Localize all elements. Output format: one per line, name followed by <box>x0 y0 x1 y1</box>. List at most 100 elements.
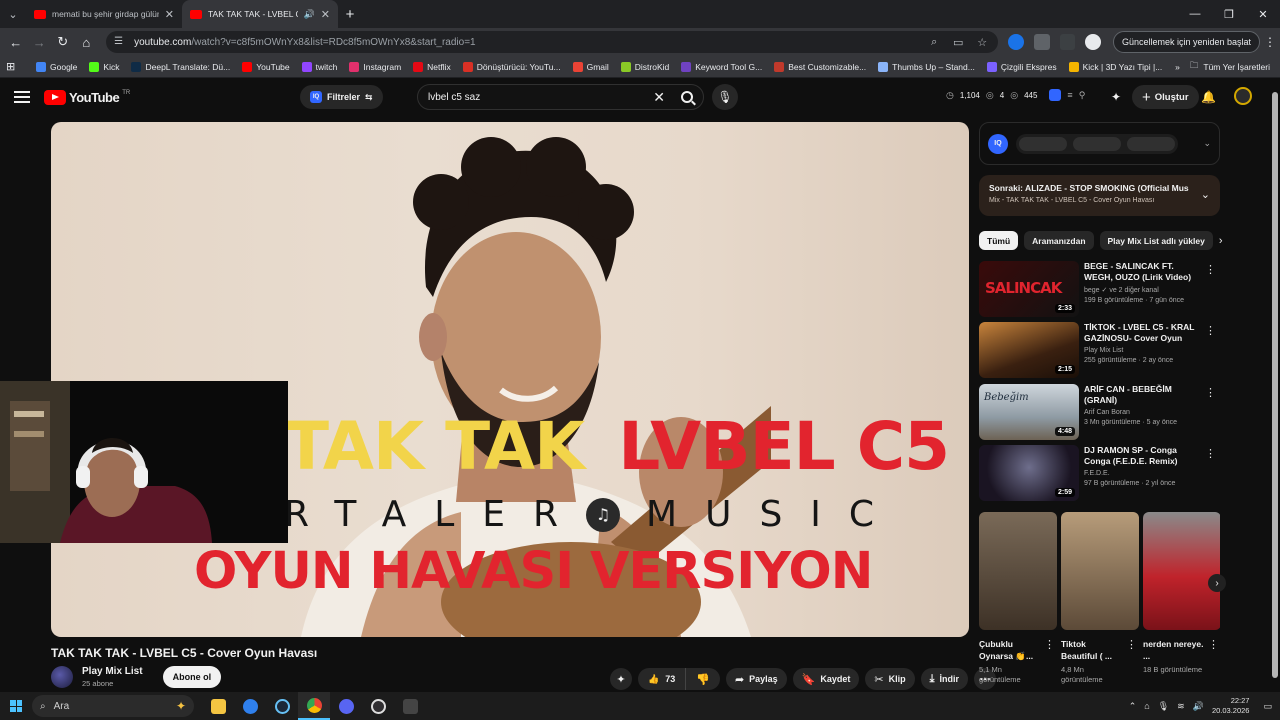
obs-icon[interactable] <box>362 692 394 720</box>
tab-close-icon[interactable]: ✕ <box>321 8 330 21</box>
youtube-logo[interactable]: YouTube TR <box>44 89 130 105</box>
bookmark-item[interactable]: Google <box>30 61 83 72</box>
share-button[interactable]: ➦ Paylaş <box>725 668 787 690</box>
video-thumbnail[interactable]: SALINCAK 2:33 <box>979 261 1079 317</box>
more-vertical-icon[interactable]: ⋮ <box>1205 447 1216 460</box>
site-info-icon[interactable]: ☰ <box>114 36 126 48</box>
close-window-icon[interactable]: ✕ <box>1246 0 1280 28</box>
reading-list-icon[interactable] <box>1059 34 1076 50</box>
new-tab-button[interactable]: + <box>338 2 362 26</box>
search-icon[interactable] <box>681 91 693 103</box>
shorts-next-chevron-icon[interactable]: › <box>1208 574 1226 592</box>
network-icon[interactable]: ⌂ <box>1144 701 1149 711</box>
account-avatar[interactable] <box>1234 87 1252 105</box>
more-vertical-icon[interactable]: ⋮ <box>1044 638 1055 651</box>
browser-tab-1[interactable]: memati bu şehir girdap gülüm ✕ <box>26 0 182 28</box>
zoom-icon[interactable]: ⌕ <box>926 36 942 49</box>
more-bookmarks-icon[interactable]: » <box>1175 62 1180 72</box>
recommendation-item[interactable]: Bebeğim 4:48 ARİF CAN - BEBEĞİM (GRANİ) … <box>979 384 1220 440</box>
chevron-down-icon[interactable]: ⌄ <box>1201 188 1210 201</box>
short-thumbnail[interactable] <box>1143 512 1220 630</box>
short-item[interactable]: Çubuklu Oynarsa 👏... 5,1 Mn görüntüleme … <box>979 512 1057 692</box>
chip-from-search[interactable]: Aramanızdan <box>1024 231 1094 250</box>
more-vertical-icon[interactable]: ⋮ <box>1205 263 1216 276</box>
short-thumbnail[interactable] <box>1061 512 1139 630</box>
filters-button[interactable]: IQ Filtreler ⇆ <box>300 85 383 109</box>
list-icon[interactable]: ≡ <box>1067 90 1072 100</box>
clock[interactable]: 22:27 20.03.2026 <box>1212 696 1250 716</box>
chip-uploader[interactable]: Play Mix List adlı yükley <box>1099 231 1213 250</box>
app-icon[interactable] <box>234 692 266 720</box>
short-item[interactable]: nerden nereye. ... 18 B görüntüleme ⋮ <box>1143 512 1220 692</box>
recommendation-item[interactable]: 2:59 DJ RAMON SP - Conga Conga (F.E.D.E.… <box>979 445 1220 501</box>
bookmark-item[interactable]: DeepL Translate: Dü... <box>125 61 236 72</box>
short-title[interactable]: Çubuklu Oynarsa 👏... <box>979 638 1041 662</box>
cast-icon[interactable]: ▭ <box>950 36 966 49</box>
short-title[interactable]: nerden nereye. ... <box>1143 638 1205 662</box>
app-icon[interactable] <box>394 692 426 720</box>
home-icon[interactable]: ⌂ <box>75 30 99 54</box>
save-button[interactable]: 🔖 Kaydet <box>792 668 860 690</box>
video-thumbnail[interactable]: Bebeğim 4:48 <box>979 384 1079 440</box>
short-thumbnail[interactable] <box>979 512 1057 630</box>
minimize-icon[interactable]: — <box>1178 0 1212 28</box>
extension-action-button[interactable]: ✦ <box>610 668 632 690</box>
bookmark-item[interactable]: twitch <box>296 61 344 72</box>
bookmark-item[interactable]: Netflix <box>407 61 457 72</box>
bookmark-item[interactable]: Gmail <box>567 61 615 72</box>
short-title[interactable]: Tiktok Beautiful ( ... <box>1061 638 1123 662</box>
wifi-icon[interactable]: ≋ <box>1177 701 1185 712</box>
download-button[interactable]: ⤓ İndir <box>920 668 968 690</box>
bookmark-item[interactable]: Keyword Tool G... <box>675 61 768 72</box>
steam-icon[interactable] <box>266 692 298 720</box>
bookmark-item[interactable]: DistroKid <box>615 61 675 72</box>
extension-icon[interactable] <box>1008 34 1024 50</box>
bookmark-star-icon[interactable]: ☆ <box>974 36 990 49</box>
tab-search-chevron-icon[interactable]: ⌄ <box>0 0 26 28</box>
discord-icon[interactable] <box>330 692 362 720</box>
bookmark-item[interactable]: Kick <box>83 61 125 72</box>
apps-grid-icon[interactable]: ⊞ <box>6 60 24 73</box>
bookmark-item[interactable]: Thumbs Up – Stand... <box>872 61 981 72</box>
up-next-mix-box[interactable]: Sonraki: ALIZADE - STOP SMOKING (Officia… <box>979 175 1220 216</box>
notifications-bell-icon[interactable]: 🔔 <box>1201 90 1216 104</box>
more-vertical-icon[interactable]: ⋮ <box>1208 638 1219 651</box>
recommendation-title[interactable]: BEGE - SALINCAK FT. WEGH, OUZO (Lirik Vi… <box>1084 261 1202 283</box>
video-thumbnail[interactable]: 2:59 <box>979 445 1079 501</box>
forward-arrow-icon[interactable]: → <box>28 30 52 54</box>
recommendation-title[interactable]: DJ RAMON SP - Conga Conga (F.E.D.E. Remi… <box>1084 445 1202 467</box>
bookmark-item[interactable]: Instagram <box>343 61 407 72</box>
bookmark-item[interactable]: YouTube <box>236 61 295 72</box>
create-button[interactable]: + Oluştur <box>1132 85 1199 109</box>
microphone-icon[interactable]: 🎙 <box>1158 701 1169 712</box>
scrollbar-thumb[interactable] <box>1272 92 1278 678</box>
address-bar[interactable]: ☰ youtube.com/watch?v=c8f5mOWnYx8&list=R… <box>106 31 999 53</box>
iq-extension-icon[interactable] <box>1049 89 1062 101</box>
chevron-down-icon[interactable]: ⌄ <box>1203 138 1211 149</box>
more-vertical-icon[interactable]: ⋮ <box>1205 324 1216 337</box>
like-button[interactable]: 👍 73 <box>638 668 687 690</box>
file-explorer-icon[interactable] <box>202 692 234 720</box>
recommendation-title[interactable]: ARİF CAN - BEBEĞİM (GRANİ) <box>1084 384 1202 406</box>
video-thumbnail[interactable]: 2:15 <box>979 322 1079 378</box>
page-scrollbar[interactable] <box>1270 80 1280 692</box>
taskbar-search-input[interactable]: ⌕ Ara ✦ <box>32 695 194 717</box>
chevron-right-icon[interactable]: › <box>1219 235 1223 247</box>
iq-pill[interactable] <box>1127 136 1175 151</box>
chrome-icon[interactable] <box>298 692 330 720</box>
dislike-button[interactable]: 👎 <box>686 668 720 690</box>
start-button[interactable] <box>0 692 32 720</box>
recommendation-title[interactable]: TİKTOK - LVBEL C5 - KRAL GAZİNOSU- Cover… <box>1084 322 1202 344</box>
iq-pill[interactable] <box>1019 136 1067 151</box>
reload-icon[interactable]: ↻ <box>51 30 75 54</box>
volume-icon[interactable]: 🔊 <box>1193 701 1204 712</box>
more-vertical-icon[interactable]: ⋮ <box>1205 386 1216 399</box>
channel-avatar[interactable] <box>51 666 73 688</box>
video-player[interactable]: TAK TAK LVBEL C5 RTALER ♫ MUSIC OYUN HAVASI… <box>51 122 969 637</box>
more-vertical-icon[interactable]: ⋮ <box>1126 638 1137 651</box>
restore-icon[interactable]: ❐ <box>1212 0 1246 28</box>
bookmark-item[interactable]: Kick | 3D Yazı Tipi |... <box>1063 61 1169 72</box>
clip-button[interactable]: ✂ Klip <box>865 668 915 690</box>
short-item[interactable]: Tiktok Beautiful ( ... 4,8 Mn görüntülem… <box>1061 512 1139 692</box>
subscribe-button[interactable]: Abone ol <box>162 666 222 688</box>
